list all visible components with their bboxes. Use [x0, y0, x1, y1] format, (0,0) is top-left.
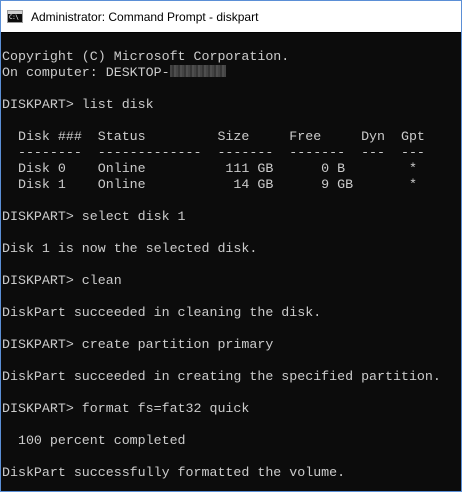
icon-glyph: C:\ [9, 14, 19, 21]
command-text: clean [81, 273, 122, 288]
command-text: format fs=fat32 quick [81, 401, 250, 416]
output-create: DiskPart succeeded in creating the speci… [2, 369, 441, 384]
disk-table-header: Disk ### Status Size Free Dyn Gpt [2, 129, 425, 144]
command-text: create partition primary [81, 337, 274, 352]
disk-table-row: Disk 1 Online 14 GB 9 GB * [2, 177, 417, 192]
prompt: DISKPART> [2, 97, 82, 112]
prompt: DISKPART> [2, 337, 82, 352]
computer-label: On computer: DESKTOP- [2, 65, 170, 80]
command-text: select disk 1 [81, 209, 186, 224]
command-line-format: DISKPART> format fs=fat32 quick [2, 401, 461, 417]
command-line-create: DISKPART> create partition primary [2, 337, 461, 353]
window-title: Administrator: Command Prompt - diskpart [31, 9, 259, 24]
prompt: DISKPART> [2, 209, 82, 224]
output-clean: DiskPart succeeded in cleaning the disk. [2, 305, 322, 320]
prompt: DISKPART> [2, 401, 82, 416]
computer-line: On computer: DESKTOP- [2, 65, 461, 81]
disk-table-row: Disk 0 Online 111 GB 0 B * [2, 161, 417, 176]
redacted-hostname [169, 65, 226, 77]
command-line-list-disk: DISKPART> list disk [2, 97, 461, 113]
output-format: DiskPart successfully formatted the volu… [2, 465, 346, 480]
command-prompt-icon[interactable]: C:\ [7, 10, 23, 23]
command-prompt-window: C:\ Administrator: Command Prompt - disk… [0, 0, 462, 492]
command-line-clean: DISKPART> clean [2, 273, 461, 289]
command-line-select: DISKPART> select disk 1 [2, 209, 461, 225]
command-text: list disk [81, 97, 154, 112]
copyright-line: Copyright (C) Microsoft Corporation. [2, 49, 290, 64]
output-progress: 100 percent completed [2, 433, 186, 448]
prompt: DISKPART> [2, 273, 82, 288]
console-output[interactable]: Copyright (C) Microsoft Corporation. On … [1, 33, 461, 491]
output-selected: Disk 1 is now the selected disk. [2, 241, 258, 256]
disk-table-separator: -------- ------------- ------- ------- -… [2, 145, 425, 160]
title-bar[interactable]: C:\ Administrator: Command Prompt - disk… [1, 1, 461, 32]
